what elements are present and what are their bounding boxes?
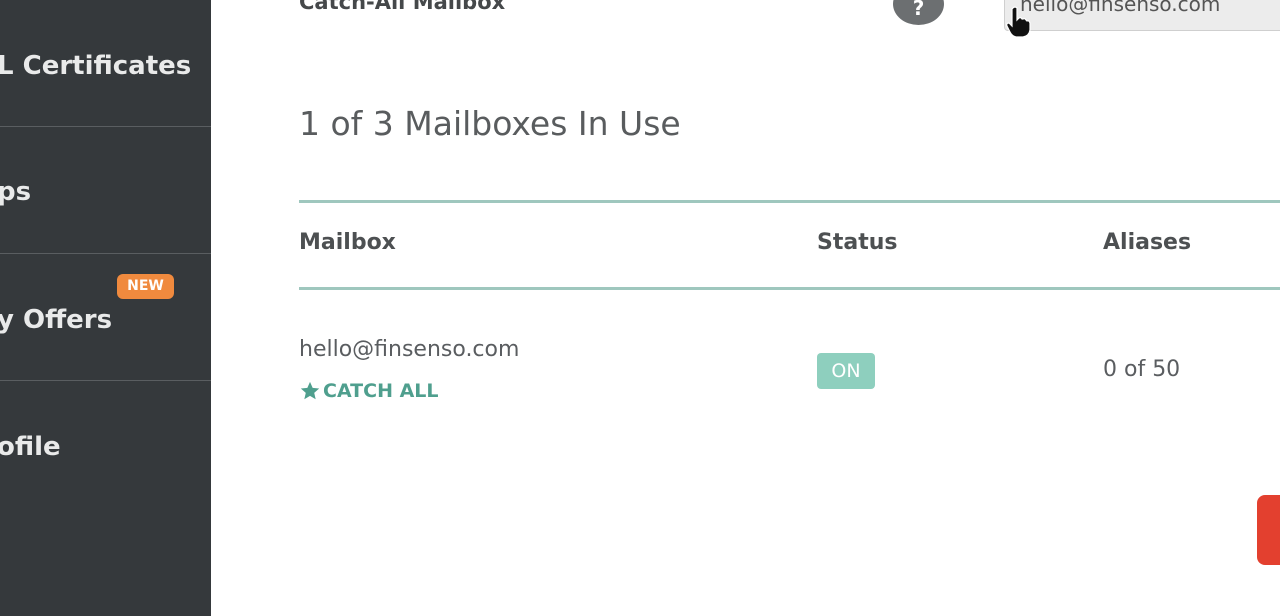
column-header-aliases: Aliases — [1103, 230, 1192, 255]
new-badge: NEW — [117, 274, 174, 299]
sidebar-item-apps[interactable]: ps — [0, 127, 211, 254]
column-header-mailbox: Mailbox — [299, 230, 396, 255]
catch-all-tag: CATCH ALL — [299, 378, 439, 404]
help-symbol: ? — [912, 0, 925, 20]
hand-pointer-icon — [1006, 6, 1031, 38]
mailbox-email[interactable]: hello@finsenso.com — [299, 337, 519, 362]
catch-all-text: CATCH ALL — [323, 380, 439, 402]
status-badge[interactable]: ON — [817, 353, 875, 389]
sidebar-item-label: y Offers — [0, 305, 113, 335]
catch-all-selected-value: hello@finsenso.com — [1020, 0, 1221, 16]
sidebar-item-label: ofile — [0, 432, 61, 462]
star-icon — [300, 381, 320, 400]
catch-all-mailbox-select[interactable]: hello@finsenso.com — [1004, 0, 1280, 31]
sidebar: L Certificates ps y Offers ofile NEW — [0, 0, 211, 616]
mailbox-usage-title: 1 of 3 Mailboxes In Use — [299, 104, 681, 143]
catch-all-mailbox-label: Catch-All Mailbox — [299, 0, 506, 14]
aliases-count: 0 of 50 — [1103, 357, 1181, 382]
question-circle-icon[interactable]: ? — [893, 0, 944, 25]
column-header-status: Status — [817, 230, 898, 255]
table-top-divider — [299, 200, 1280, 203]
table-header-divider — [299, 287, 1280, 290]
sidebar-item-label: L Certificates — [0, 51, 192, 81]
sidebar-item-ssl-certificates[interactable]: L Certificates — [0, 0, 211, 127]
action-button[interactable] — [1257, 495, 1280, 565]
sidebar-item-offers[interactable]: y Offers — [0, 254, 211, 381]
sidebar-item-label: ps — [0, 177, 32, 207]
page: L Certificates ps y Offers ofile NEW Cat… — [0, 0, 1280, 616]
sidebar-item-profile[interactable]: ofile — [0, 381, 211, 616]
